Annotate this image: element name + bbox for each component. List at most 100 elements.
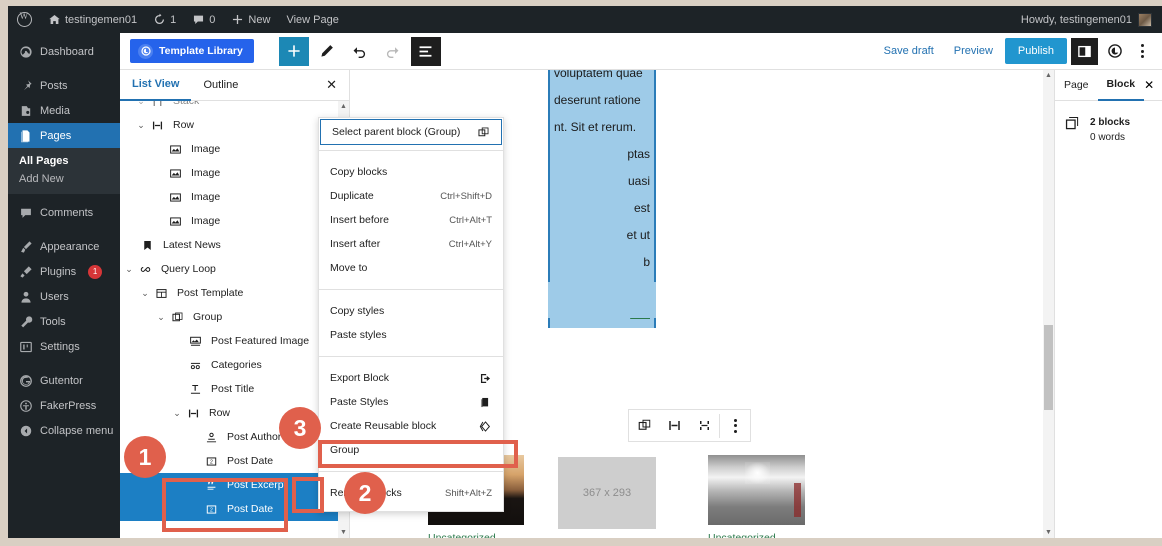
redo-button[interactable] — [378, 37, 408, 66]
annotation-badge-2: 2 — [344, 472, 386, 514]
scroll-up-arrow-icon[interactable]: ▲ — [1044, 70, 1053, 81]
submenu-item-all-pages[interactable]: All Pages — [8, 152, 120, 170]
tree-node-row[interactable]: ⌄ Row — [120, 113, 349, 137]
sidebar-item-appearance[interactable]: Appearance — [8, 234, 120, 259]
tree-node-post-excerpt-selected[interactable]: Post Excerpt — [120, 473, 349, 497]
tree-node-image[interactable]: Image — [120, 209, 349, 233]
tab-list-view[interactable]: List View — [120, 70, 192, 101]
close-list-view-button[interactable]: ✕ — [326, 77, 349, 93]
avatar[interactable] — [1138, 12, 1152, 27]
chevron-down-icon[interactable]: ⌄ — [154, 312, 168, 323]
tree-node-image[interactable]: Image — [120, 137, 349, 161]
preview-button[interactable]: Preview — [946, 38, 1001, 64]
chevron-down-icon[interactable]: ⌄ — [122, 264, 136, 275]
sidebar-item-posts[interactable]: Posts — [8, 73, 120, 98]
sidebar-item-settings[interactable]: Settings — [8, 334, 120, 359]
sidebar-item-collapse-menu[interactable]: Collapse menu — [8, 418, 120, 443]
menu-item-move-to[interactable]: Move to — [319, 256, 503, 280]
editor-options-button[interactable] — [1132, 38, 1152, 64]
menu-item-duplicate[interactable]: Duplicate Ctrl+Shift+D — [319, 184, 503, 208]
sidebar-item-pages[interactable]: Pages — [8, 123, 120, 148]
menu-item-shortcut: Shift+Alt+Z — [445, 487, 492, 499]
menu-item-paste-styles-2[interactable]: Paste Styles — [319, 390, 503, 414]
publish-button[interactable]: Publish — [1004, 38, 1067, 64]
submenu-item-add-new[interactable]: Add New — [8, 170, 120, 188]
chevron-down-icon[interactable]: ⌄ — [134, 120, 148, 131]
sidebar-item-media[interactable]: Media — [8, 98, 120, 123]
menu-item-create-reusable-block[interactable]: Create Reusable block — [319, 414, 503, 438]
chevron-down-icon[interactable]: ⌄ — [138, 288, 152, 299]
menu-item-group[interactable]: Group — [319, 438, 503, 462]
scroll-down-arrow-icon[interactable]: ▼ — [1044, 527, 1053, 538]
tree-node-latest-news[interactable]: Latest News — [120, 233, 349, 257]
edit-tool-button[interactable] — [312, 37, 342, 66]
menu-item-paste-styles[interactable]: Paste styles — [319, 323, 503, 347]
close-settings-button[interactable]: ✕ — [1144, 78, 1162, 92]
menu-item-export-block[interactable]: Export Block — [319, 366, 503, 390]
selected-date-block[interactable] — [548, 282, 656, 318]
canvas-scrollbar[interactable]: ▲ ▼ — [1043, 70, 1054, 538]
sidebar-item-dashboard[interactable]: Dashboard — [8, 39, 120, 64]
tree-node-query-loop[interactable]: ⌄ Query Loop — [120, 257, 349, 281]
new-content-button[interactable]: New — [223, 6, 278, 33]
tree-node-post-date-selected[interactable]: 2 Post Date — [120, 497, 349, 521]
menu-item-insert-before[interactable]: Insert before Ctrl+Alt+T — [319, 208, 503, 232]
block-options-button[interactable] — [720, 410, 750, 441]
admin-sidebar-menu: Dashboard Posts Media Pages All Pages Ad… — [8, 33, 120, 538]
tree-node-categories[interactable]: Categories — [120, 353, 349, 377]
sidebar-item-users[interactable]: Users — [8, 284, 120, 309]
tab-page[interactable]: Page — [1055, 70, 1098, 101]
tab-outline[interactable]: Outline — [191, 70, 250, 101]
site-name-menu[interactable]: testingemen01 — [40, 6, 145, 33]
image-placeholder[interactable]: 367 x 293 — [558, 457, 656, 529]
post-card[interactable]: 367 x 293 Uncategorized — [558, 457, 656, 538]
tree-node-image[interactable]: Image — [120, 185, 349, 209]
view-page-button[interactable]: View Page — [278, 6, 346, 33]
sidebar-item-plugins[interactable]: Plugins 1 — [8, 259, 120, 284]
sidebar-item-tools[interactable]: Tools — [8, 309, 120, 334]
sidebar-item-comments[interactable]: Comments — [8, 200, 120, 225]
menu-item-insert-after[interactable]: Insert after Ctrl+Alt+Y — [319, 232, 503, 256]
canvas-scroll-thumb[interactable] — [1044, 325, 1053, 410]
gutentor-settings-button[interactable] — [1102, 38, 1128, 64]
tree-node-post-title[interactable]: Post Title — [120, 377, 349, 401]
post-featured-image[interactable] — [708, 455, 805, 525]
tree-node-label: Row — [209, 407, 231, 419]
group-block-button[interactable] — [689, 410, 719, 441]
sidebar-item-label: Dashboard — [40, 45, 94, 58]
tree-node-post-template[interactable]: ⌄ Post Template — [120, 281, 349, 305]
post-title-icon — [186, 383, 204, 396]
category-link[interactable]: Uncategorized — [428, 532, 524, 538]
post-card[interactable]: Uncategorized — [708, 455, 805, 538]
howdy-label[interactable]: Howdy, testingemen01 — [1021, 14, 1132, 26]
menu-item-copy-blocks[interactable]: Copy blocks — [319, 160, 503, 184]
menu-item-copy-styles[interactable]: Copy styles — [319, 299, 503, 323]
save-draft-button[interactable]: Save draft — [876, 38, 942, 64]
select-parent-button[interactable] — [629, 410, 659, 441]
sidebar-item-gutentor[interactable]: Gutentor — [8, 368, 120, 393]
undo-button[interactable] — [345, 37, 375, 66]
tab-block[interactable]: Block — [1097, 70, 1145, 101]
template-library-button[interactable]: Template Library — [130, 39, 254, 63]
row-block-button[interactable] — [659, 410, 689, 441]
comments-button[interactable]: 0 — [184, 6, 223, 33]
menu-item-label: Duplicate — [330, 190, 374, 202]
sidebar-item-fakerpress[interactable]: FakerPress — [8, 393, 120, 418]
updates-button[interactable]: 1 — [145, 6, 184, 33]
menu-item-select-parent-block[interactable]: Select parent block (Group) — [320, 119, 502, 145]
wordpress-logo-button[interactable] — [8, 6, 40, 33]
new-label: New — [248, 13, 271, 26]
tree-node-post-featured-image[interactable]: Post Featured Image — [120, 329, 349, 353]
scroll-down-arrow-icon[interactable]: ▼ — [339, 527, 348, 538]
list-view-button[interactable] — [410, 36, 441, 66]
category-link[interactable]: Uncategorized — [708, 532, 805, 538]
tree-node-image[interactable]: Image — [120, 161, 349, 185]
add-block-button[interactable] — [278, 36, 309, 66]
block-editor: Template Library Save draft Preview Publ… — [120, 33, 1162, 538]
tree-node-stack[interactable]: ⌄ Stack — [120, 101, 349, 113]
scroll-up-arrow-icon[interactable]: ▲ — [339, 101, 348, 112]
chevron-down-icon[interactable]: ⌄ — [134, 101, 148, 107]
chevron-down-icon[interactable]: ⌄ — [170, 408, 184, 419]
settings-panel-toggle[interactable] — [1071, 37, 1098, 65]
tree-node-group[interactable]: ⌄ Group — [120, 305, 349, 329]
